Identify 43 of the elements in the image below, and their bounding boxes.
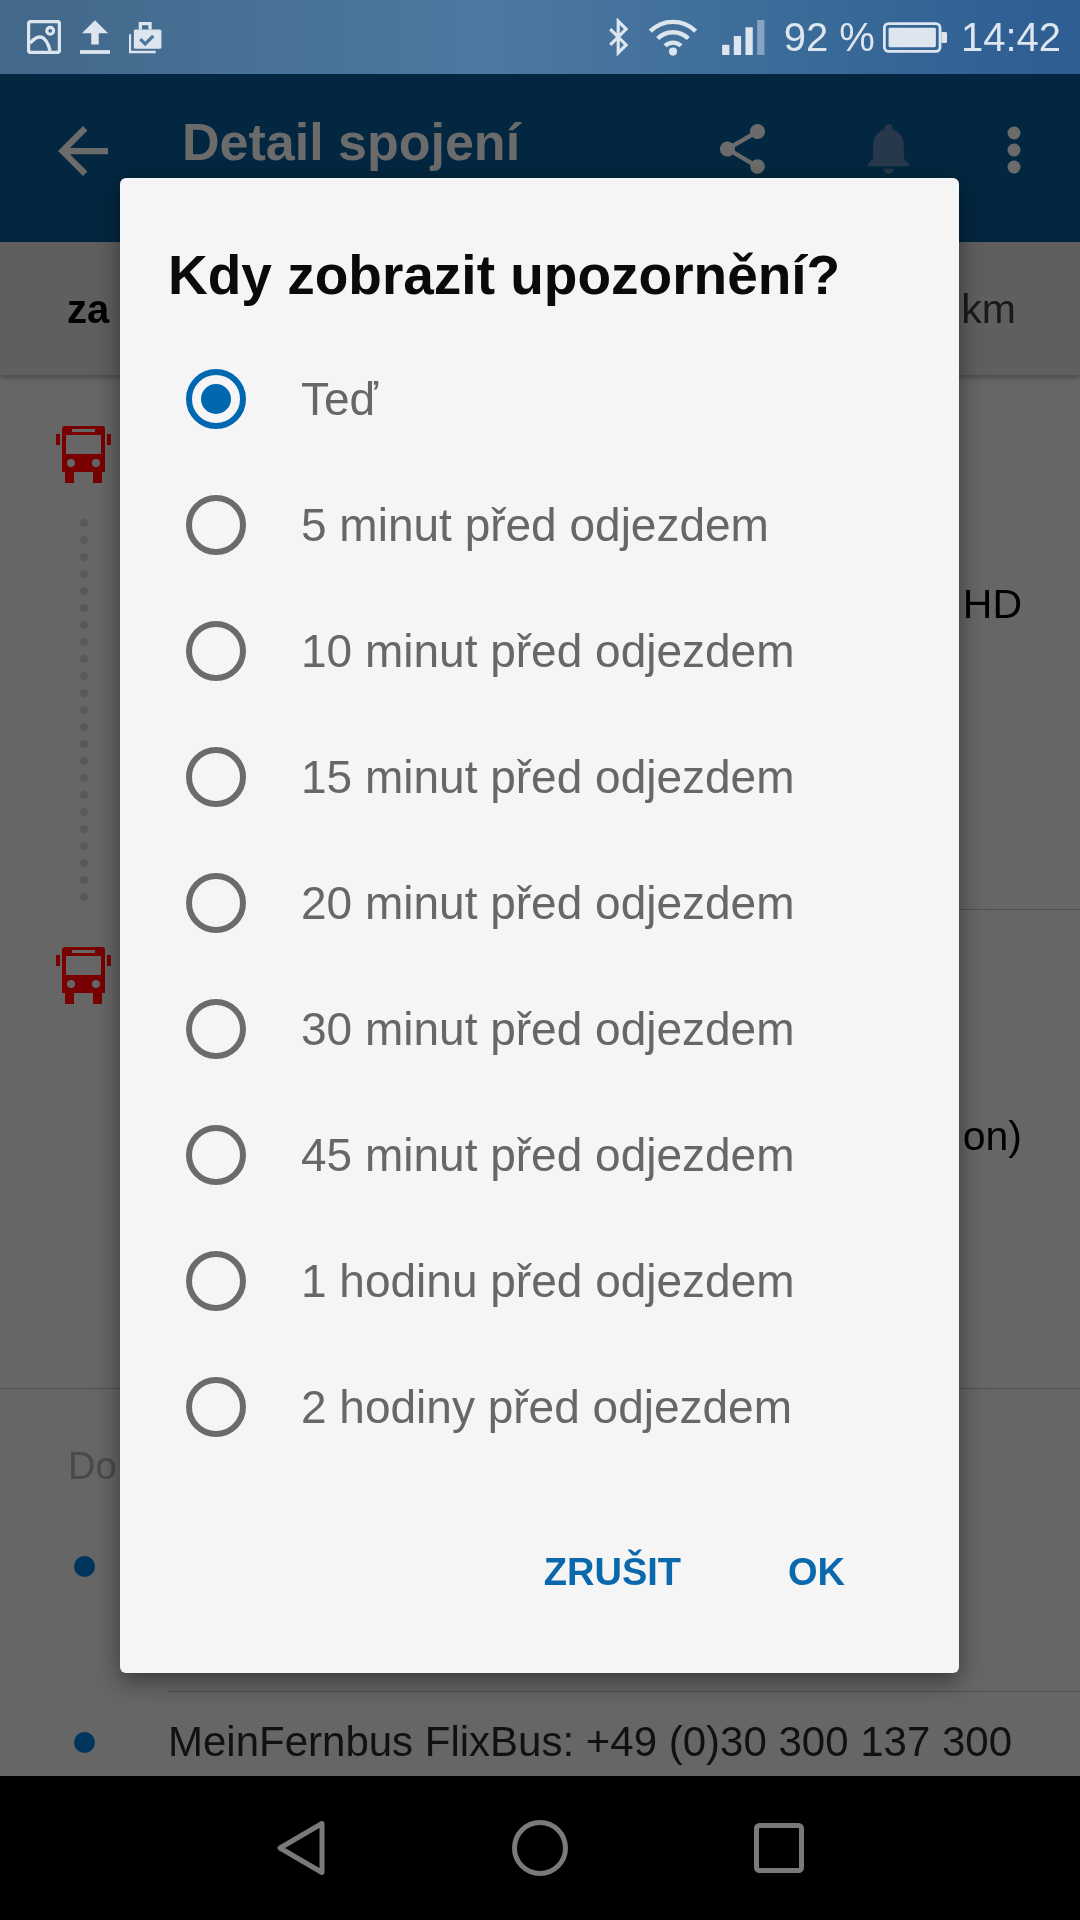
radio-button[interactable] <box>186 621 246 681</box>
contact-text: MeinFernbus FlixBus: +49 (0)30 300 137 300 <box>168 1717 1012 1767</box>
back-arrow-icon[interactable] <box>58 126 108 176</box>
back-triangle-icon[interactable] <box>276 1820 326 1876</box>
ok-button[interactable]: OK <box>764 1522 869 1622</box>
option-label[interactable]: 10 minut před odjezdem <box>301 623 795 679</box>
option-label[interactable]: 20 minut před odjezdem <box>301 875 795 931</box>
radio-button[interactable] <box>186 369 246 429</box>
radio-button[interactable] <box>186 747 246 807</box>
radio-button[interactable] <box>186 495 246 555</box>
detail-text: on) <box>962 1112 1022 1161</box>
wifi-icon <box>647 18 698 56</box>
summary-text: za <box>67 285 110 333</box>
distance-unit-text: km <box>961 284 1016 333</box>
radio-button[interactable] <box>186 1377 246 1437</box>
home-circle-icon[interactable] <box>512 1820 568 1876</box>
option-label[interactable]: 2 hodiny před odjezdem <box>301 1379 792 1435</box>
option-label[interactable]: 30 minut před odjezdem <box>301 1001 795 1057</box>
battery-percentage: 92 % <box>783 14 875 60</box>
option-label[interactable]: Teď <box>301 371 378 427</box>
radio-button[interactable] <box>186 999 246 1059</box>
image-icon <box>27 20 61 54</box>
recent-apps-square-icon[interactable] <box>754 1823 804 1873</box>
battery-icon <box>882 21 947 53</box>
more-options-icon[interactable] <box>1007 126 1021 174</box>
upload-icon <box>80 20 110 54</box>
cancel-button[interactable]: ZRUŠIT <box>519 1522 705 1622</box>
share-icon[interactable] <box>720 124 765 174</box>
clipboard-check-icon <box>129 20 163 54</box>
option-label[interactable]: 1 hodinu před odjezdem <box>301 1253 795 1309</box>
option-label[interactable]: 5 minut před odjezdem <box>301 497 769 553</box>
screen-title: Detail spojení <box>182 114 521 170</box>
clock-time: 14:42 <box>960 14 1061 60</box>
bus-icon <box>56 947 111 1004</box>
detail-text: HD <box>962 580 1022 629</box>
radio-button[interactable] <box>186 1125 246 1185</box>
dialog-title: Kdy zobrazit upozornění? <box>168 244 841 306</box>
option-label[interactable]: 45 minut před odjezdem <box>301 1127 795 1183</box>
bus-icon <box>56 426 111 483</box>
radio-button[interactable] <box>186 873 246 933</box>
option-label[interactable]: 15 minut před odjezdem <box>301 749 795 805</box>
radio-button[interactable] <box>186 1251 246 1311</box>
signal-icon <box>721 19 766 55</box>
